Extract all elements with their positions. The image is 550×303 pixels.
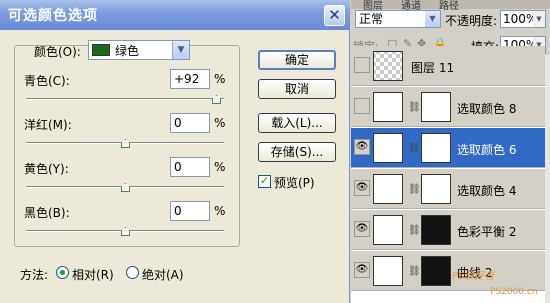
slider-value-input[interactable]: +92 [170,69,210,89]
colors-select-value: 绿色 [115,44,140,58]
selective-color-dialog: 可选颜色选项 ✕ 颜色(O): 绿色 ▼ 青色(C): +92% 洋红(M): 0% 黄… [0,0,350,303]
layer-name: 色彩平衡 2 [457,225,517,239]
layer-row[interactable]: 👁 ⛓ 色彩平衡 2 [351,210,545,250]
layer-thumbnail [373,133,403,163]
layer-row[interactable]: 👁 ⛓ 选取颜色 4 [351,169,545,209]
layer-row[interactable]: ⛓ 选取颜色 8 [351,87,545,127]
eye-icon[interactable] [354,98,370,114]
eye-icon[interactable]: 👁 [354,262,370,278]
eye-icon[interactable]: 👁 [354,221,370,237]
slider-value-input[interactable]: 0 [170,157,210,177]
save-button[interactable]: 存储(S)... [258,142,336,162]
layers-scrollbar[interactable] [545,55,550,303]
colors-label: 颜色(O): [34,45,81,59]
eye-icon[interactable]: 👁 [354,139,370,155]
absolute-radio[interactable] [126,266,139,279]
percent-unit: % [214,160,226,174]
layer-mask-thumbnail[interactable] [421,92,451,122]
percent-unit: % [214,72,226,86]
method-label: 方法: [20,268,49,282]
layers-panel: 图层 通道 路径 正常 ▼ 不透明度: 100% ▼ 锁定: ▢ ✎ ✥ 🔒 填… [351,0,550,303]
percent-unit: % [214,204,226,218]
preview-label: 预览(P) [274,176,315,190]
opacity-label: 不透明度: [445,14,498,28]
layer-thumbnail [373,256,403,286]
slider-label: 青色(C): [24,74,70,88]
link-icon[interactable]: ⛓ [408,143,421,154]
slider-value-input[interactable]: 0 [170,201,210,221]
close-button[interactable]: ✕ [324,5,345,26]
chevron-down-icon: ▼ [533,11,545,27]
layer-thumbnail [373,51,403,81]
radio-selected-dot [60,270,65,275]
layer-name: 图层 11 [411,61,455,75]
relative-label: 相对(R) [72,268,114,282]
watermark-url: PS2000.cn [490,287,538,297]
layer-thumbnail [373,174,403,204]
blend-mode-select[interactable]: 正常 ▼ [355,10,441,28]
link-icon[interactable]: ⛓ [408,102,421,113]
dialog-titlebar[interactable]: 可选颜色选项 ✕ [0,0,350,30]
layer-mask-thumbnail[interactable] [421,133,451,163]
tab-paths[interactable]: 路径 [439,0,459,12]
opacity-field[interactable]: 100% ▼ [500,10,546,28]
layers-list: 图层 11 ⛓ 选取颜色 8 👁 ⛓ 选取颜色 6 👁 ⛓ 选取颜色 4 👁 ⛓ 色彩平衡 2 👁 ⛓ 曲线… [351,46,545,303]
blend-mode-value: 正常 [359,12,384,26]
link-icon[interactable]: ⛓ [408,266,421,277]
eye-icon[interactable]: 👁 [354,180,370,196]
close-icon: ✕ [328,6,341,24]
slider-track[interactable] [26,98,224,100]
dialog-title: 可选颜色选项 [8,8,98,24]
slider-label: 黄色(Y): [24,162,69,176]
absolute-label: 绝对(A) [142,268,184,282]
slider-label: 黑色(B): [24,206,70,220]
preview-checkbox[interactable]: ✓ [258,175,271,188]
link-icon[interactable]: ⛓ [408,184,421,195]
layer-thumbnail [373,215,403,245]
load-button[interactable]: 载入(L)... [258,113,336,133]
layer-mask-thumbnail[interactable] [421,215,451,245]
layer-name: 选取颜色 6 [457,143,517,157]
layer-row[interactable]: 👁 ⛓ 曲线 2 [351,251,545,291]
layer-thumbnail [373,92,403,122]
layer-name: 选取颜色 8 [457,102,517,116]
layer-mask-thumbnail[interactable] [421,174,451,204]
slider-value-input[interactable]: 0 [170,113,210,133]
layer-row[interactable]: 👁 ⛓ 选取颜色 6 [351,128,545,168]
layer-row[interactable]: 图层 11 [351,46,545,86]
chevron-down-icon: ▼ [172,41,189,59]
slider-label: 洋红(M): [24,118,72,132]
link-icon[interactable]: ⛓ [408,225,421,236]
cancel-button[interactable]: 取消 [258,79,336,99]
color-swatch [92,44,110,56]
watermark-logo: PS爱好者 [452,271,495,282]
eye-icon[interactable] [354,57,370,73]
colors-select[interactable]: 绿色 ▼ [88,40,190,60]
layer-name: 选取颜色 4 [457,184,517,198]
relative-radio[interactable] [56,266,69,279]
panel-tabs: 图层 通道 路径 [351,0,550,12]
layer-mask-thumbnail[interactable] [421,256,451,286]
chevron-down-icon: ▼ [425,11,440,27]
ok-button[interactable]: 确定 [258,50,336,70]
percent-unit: % [214,116,226,130]
